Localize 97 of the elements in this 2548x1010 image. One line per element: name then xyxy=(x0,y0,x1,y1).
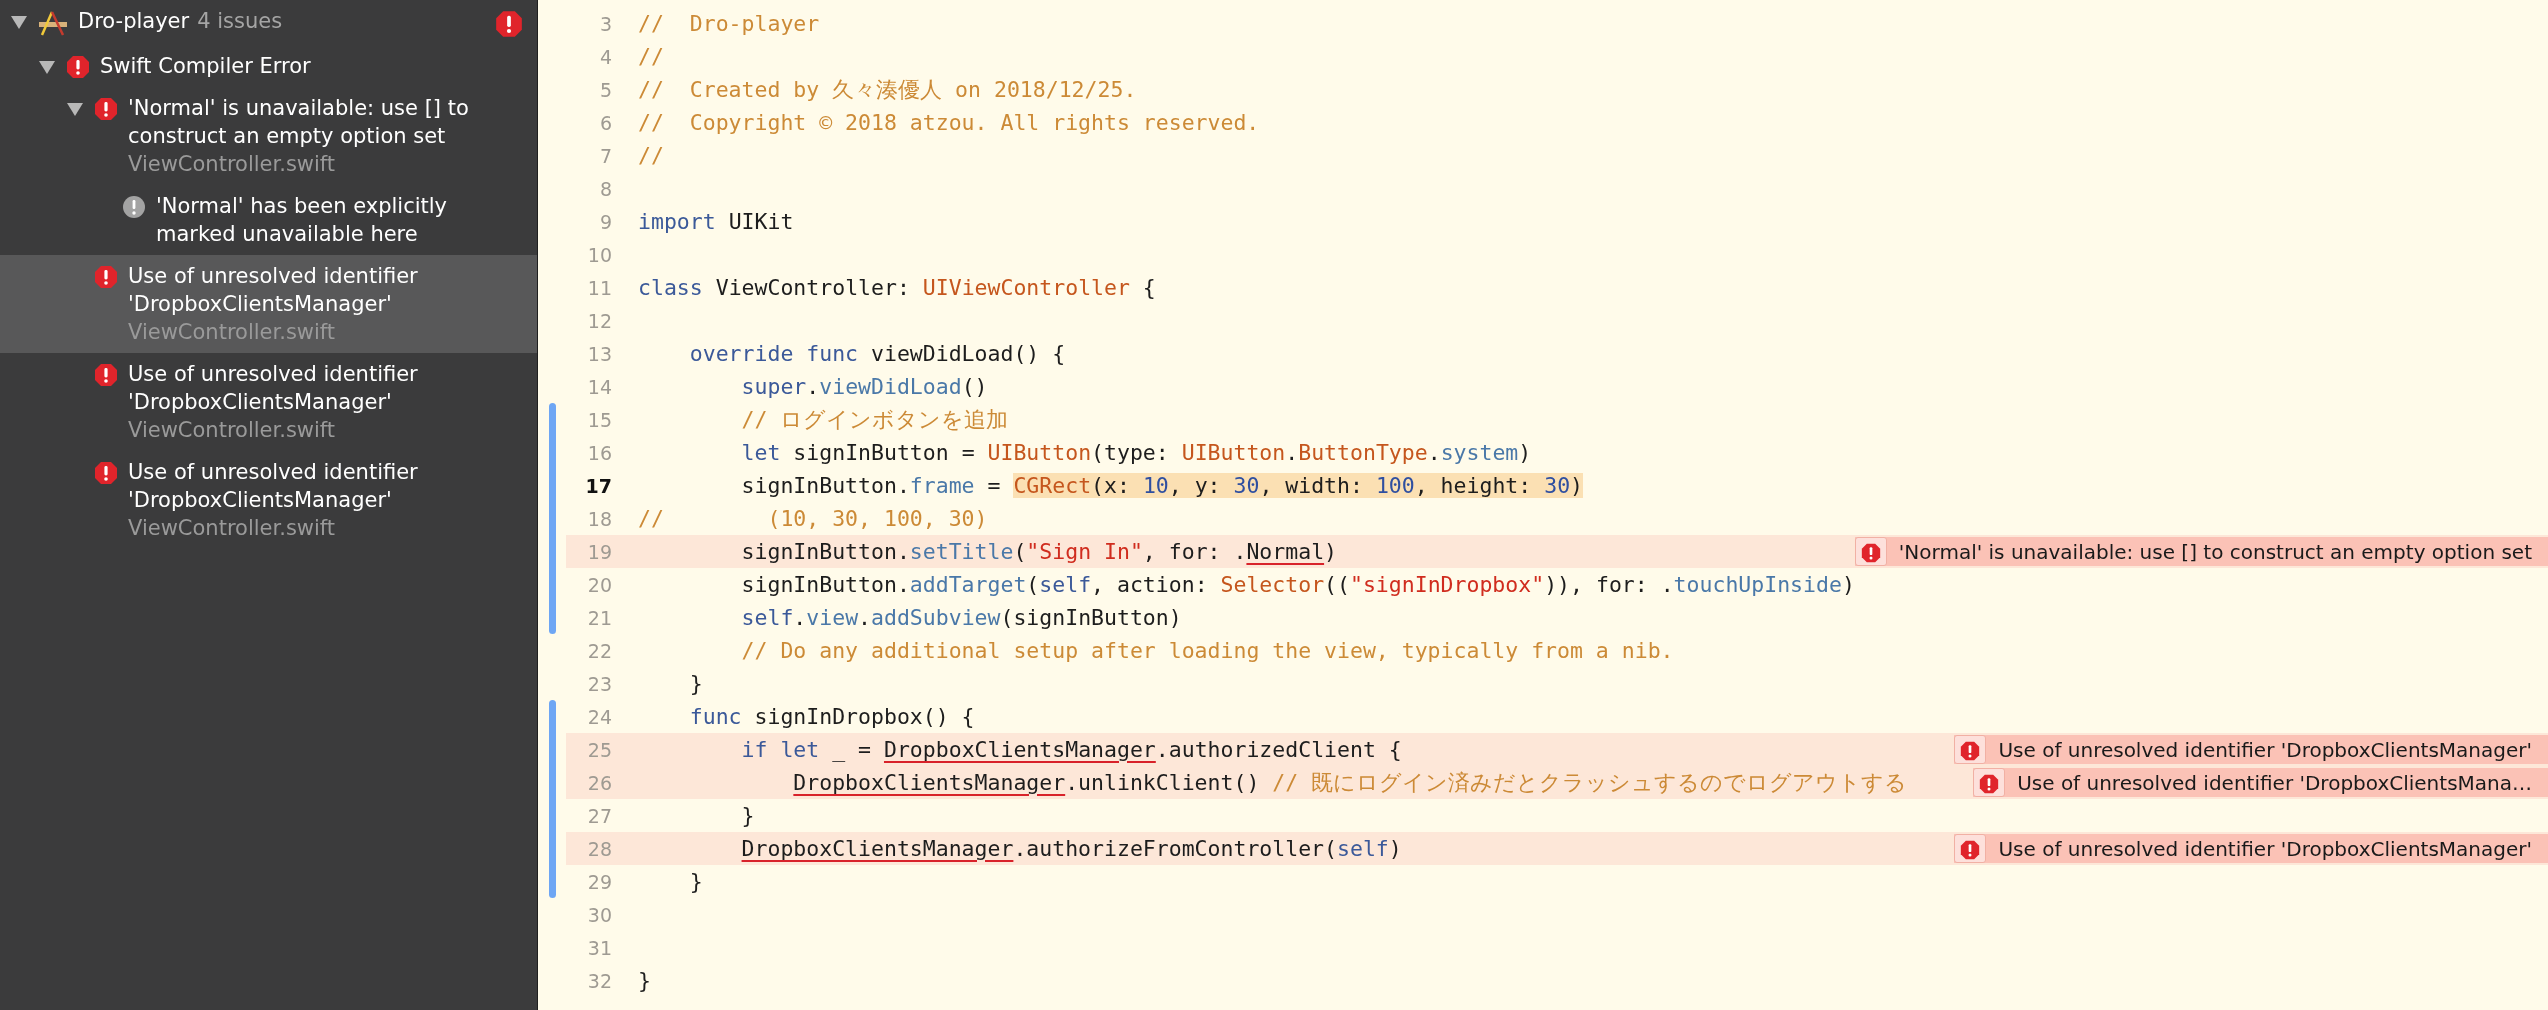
issue-row[interactable]: Dro-player 4 issues xyxy=(0,0,537,45)
error-message: Use of unresolved identifier 'DropboxClientsManager' xyxy=(1998,836,2532,861)
disclosure-triangle-icon[interactable] xyxy=(38,59,56,75)
code-line: } xyxy=(638,968,651,993)
error-icon xyxy=(66,55,90,79)
code-line: signInButton.addTarget(self, action: Selector(("signInDropbox")), for: .touchUpInside) xyxy=(740,572,1855,597)
line-number: 4 xyxy=(598,45,612,68)
line-number: 14 xyxy=(586,375,612,398)
issue-message: 'Normal' is unavailable: use [] to construct an empty option set xyxy=(128,95,470,150)
code-line: self.view.addSubview(signInButton) xyxy=(740,605,1182,630)
code-line: // xyxy=(638,44,664,69)
line-number: 13 xyxy=(586,342,612,365)
issue-message: 'Normal' has been explicitly marked unavailable here xyxy=(156,193,448,248)
line-number: 32 xyxy=(586,969,612,992)
disclosure-triangle-icon[interactable] xyxy=(66,101,84,117)
code-line: // Do any additional setup after loading the view, typically from a nib. xyxy=(740,638,1674,663)
code-line: if let _ = DropboxClientsManager.authorizedClient { xyxy=(740,737,1402,762)
disclosure-triangle-icon[interactable] xyxy=(10,14,28,30)
issue-row[interactable]: 'Normal' is unavailable: use [] to construct an empty option set ViewController.swift xyxy=(0,87,537,185)
line-number: 8 xyxy=(598,177,612,200)
code-line: // ログインボタンを追加 xyxy=(740,406,1009,434)
code-line: // (10, 30, 100, 30) xyxy=(638,506,988,531)
line-number: 31 xyxy=(586,936,612,959)
code-line: // Copyright © 2018 atzou. All rights reserved. xyxy=(638,110,1260,135)
code-line: } xyxy=(740,803,755,828)
code-line: let signInButton = UIButton(type: UIButton.ButtonType.system) xyxy=(740,440,1532,465)
line-number: 16 xyxy=(586,441,612,464)
file-name: ViewController.swift xyxy=(128,417,337,444)
line-number: 21 xyxy=(586,606,612,629)
error-annotation[interactable]: Use of unresolved identifier 'DropboxClientsMana… xyxy=(1973,768,2548,797)
error-message: 'Normal' is unavailable: use [] to construct an empty option set xyxy=(1898,539,2532,564)
issue-message: Use of unresolved identifier 'DropboxClientsManager' xyxy=(128,459,419,514)
line-number: 3 xyxy=(598,12,612,35)
code-line: // xyxy=(638,143,664,168)
line-number: 5 xyxy=(598,78,612,101)
line-number: 30 xyxy=(586,903,612,926)
line-number: 28 xyxy=(586,837,612,860)
issue-count: 4 issues xyxy=(197,8,283,35)
error-message: Use of unresolved identifier 'DropboxClientsManager' xyxy=(1998,737,2532,762)
issue-title: Swift Compiler Error xyxy=(100,53,311,80)
issue-row[interactable]: 'Normal' has been explicitly marked unavailable here xyxy=(0,185,537,255)
error-annotation[interactable]: Use of unresolved identifier 'DropboxClientsManager' xyxy=(1954,834,2548,863)
file-name: ViewController.swift xyxy=(128,151,337,178)
error-icon xyxy=(94,363,118,387)
line-number: 18 xyxy=(586,507,612,530)
issue-message: Use of unresolved identifier 'DropboxClientsManager' xyxy=(128,361,419,416)
issue-row[interactable]: Swift Compiler Error xyxy=(0,45,537,87)
code-line: // Dro-player xyxy=(638,11,820,36)
code-line: } xyxy=(688,671,703,696)
line-number: 10 xyxy=(586,243,612,266)
file-name: ViewController.swift xyxy=(128,515,337,542)
line-number: 9 xyxy=(598,210,612,233)
line-number: 24 xyxy=(586,705,612,728)
line-number: 23 xyxy=(586,672,612,695)
issue-message: Use of unresolved identifier 'DropboxClientsManager' xyxy=(128,263,419,318)
line-number: 20 xyxy=(586,573,612,596)
line-number: 15 xyxy=(586,408,612,431)
error-icon xyxy=(94,461,118,485)
line-number: 12 xyxy=(586,309,612,332)
error-icon xyxy=(1860,543,1881,563)
issue-row[interactable]: Use of unresolved identifier 'DropboxClientsManager' ViewController.swift xyxy=(0,451,537,549)
line-number: 7 xyxy=(598,144,612,167)
line-number: 29 xyxy=(586,870,612,893)
error-annotation[interactable]: 'Normal' is unavailable: use [] to construct an empty option set xyxy=(1854,537,2548,566)
hammer-ruler-icon xyxy=(38,10,68,36)
issue-title: Dro-player xyxy=(78,8,190,35)
line-number: 19 xyxy=(586,540,612,563)
line-number: 26 xyxy=(586,771,612,794)
code-line: func signInDropbox() { xyxy=(688,704,975,729)
file-name: ViewController.swift xyxy=(128,319,337,346)
code-line: class ViewController: UIViewController { xyxy=(638,275,1156,300)
line-number: 11 xyxy=(586,276,612,299)
error-annotation[interactable]: Use of unresolved identifier 'DropboxClientsManager' xyxy=(1954,735,2548,764)
error-icon xyxy=(94,97,118,121)
code-line: DropboxClientsManager.unlinkClient() // 既にログイン済みだとクラッシュするのでログアウトする xyxy=(792,769,1908,797)
error-icon xyxy=(1960,840,1981,860)
error-icon xyxy=(1960,741,1981,761)
error-icon xyxy=(1979,774,2000,794)
warning-note-icon xyxy=(122,195,146,219)
line-number: 27 xyxy=(586,804,612,827)
error-message: Use of unresolved identifier 'DropboxClientsMana… xyxy=(2017,770,2532,795)
code-line: signInButton.frame = CGRect(x: 10, y: 30, width: 100, height: 30) xyxy=(740,473,1584,498)
line-number: 22 xyxy=(586,639,612,662)
error-icon xyxy=(94,265,118,289)
code-line: override func viewDidLoad() { xyxy=(688,341,1066,366)
code-line: // Created by 久々湊優人 on 2018/12/25. xyxy=(638,76,1137,104)
error-icon xyxy=(495,10,523,38)
code-line: signInButton.setTitle("Sign In", for: .Normal) xyxy=(740,539,1338,564)
code-line: } xyxy=(688,869,703,894)
line-number: 25 xyxy=(586,738,612,761)
code-line: import UIKit xyxy=(638,209,794,234)
line-number: 17 xyxy=(584,474,612,497)
issue-row[interactable]: Use of unresolved identifier 'DropboxClientsManager' ViewController.swift xyxy=(0,353,537,451)
line-number: 6 xyxy=(598,111,612,134)
code-line: DropboxClientsManager.authorizeFromController(self) xyxy=(740,836,1402,861)
issue-row[interactable]: Use of unresolved identifier 'DropboxClientsManager' ViewController.swift xyxy=(0,255,537,353)
code-line: super.viewDidLoad() xyxy=(740,374,988,399)
